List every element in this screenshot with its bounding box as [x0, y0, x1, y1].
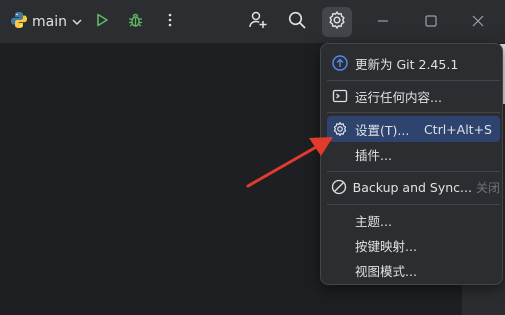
run-button[interactable]: [87, 7, 117, 37]
more-button[interactable]: [155, 7, 185, 37]
run-icon: [94, 12, 110, 32]
backup-status: 关闭: [475, 180, 500, 195]
menu-item-label: 按键映射...: [355, 238, 417, 254]
debug-button[interactable]: [120, 7, 150, 37]
minimize-icon: [376, 13, 390, 32]
debug-icon: [127, 12, 144, 33]
menu-item-label: 设置(T)...: [355, 122, 410, 138]
menu-separator: [327, 204, 500, 205]
menu-separator: [327, 171, 500, 172]
gear-icon: [327, 10, 347, 34]
menu-separator: [327, 112, 500, 113]
more-vertical-icon: [162, 12, 178, 32]
search-icon: [287, 10, 307, 34]
search-button[interactable]: [282, 7, 312, 37]
branch-label: main: [32, 14, 67, 30]
menu-item-settings[interactable]: 设置(T)... Ctrl+Alt+S: [327, 116, 500, 142]
run-anything-icon: [330, 88, 350, 104]
menu-item-label: 视图模式...: [355, 263, 417, 279]
menu-item-plugins[interactable]: 插件...: [327, 141, 500, 167]
minimize-button[interactable]: [368, 7, 398, 37]
gear-icon: [330, 121, 350, 137]
menu-item-view-mode[interactable]: 视图模式...: [327, 257, 500, 283]
add-user-button[interactable]: [243, 7, 273, 37]
menu-item-label: 更新为 Git 2.45.1: [355, 56, 459, 72]
close-button[interactable]: [463, 7, 493, 37]
maximize-button[interactable]: [416, 7, 446, 37]
menu-item-backup-sync[interactable]: Backup and Sync... 关闭: [327, 174, 500, 200]
update-arrow-icon: [330, 55, 350, 71]
add-user-icon: [248, 10, 268, 34]
maximize-icon: [424, 13, 438, 32]
chevron-down-icon: [71, 13, 83, 32]
branch-selector[interactable]: main: [6, 8, 87, 36]
menu-item-run-anything[interactable]: 运行任何内容...: [327, 83, 500, 109]
settings-button[interactable]: [322, 7, 352, 37]
menu-item-theme[interactable]: 主题...: [327, 207, 500, 233]
menu-separator: [327, 80, 500, 81]
menu-item-label: 运行任何内容...: [355, 89, 442, 105]
python-icon: [10, 11, 28, 33]
disabled-circle-icon: [330, 179, 348, 195]
menu-item-label: 主题...: [355, 213, 392, 229]
menu-item-keymap[interactable]: 按键映射...: [327, 232, 500, 258]
close-icon: [471, 13, 485, 32]
menu-item-label: 插件...: [355, 147, 392, 163]
main-toolbar: main: [0, 0, 505, 44]
menu-item-update-git[interactable]: 更新为 Git 2.45.1: [327, 50, 500, 76]
menu-item-label: Backup and Sync...: [352, 179, 472, 195]
settings-dropdown-menu: 更新为 Git 2.45.1 运行任何内容... 设置(T)... Ctrl+A…: [320, 43, 503, 285]
menu-item-shortcut: Ctrl+Alt+S: [423, 121, 492, 137]
